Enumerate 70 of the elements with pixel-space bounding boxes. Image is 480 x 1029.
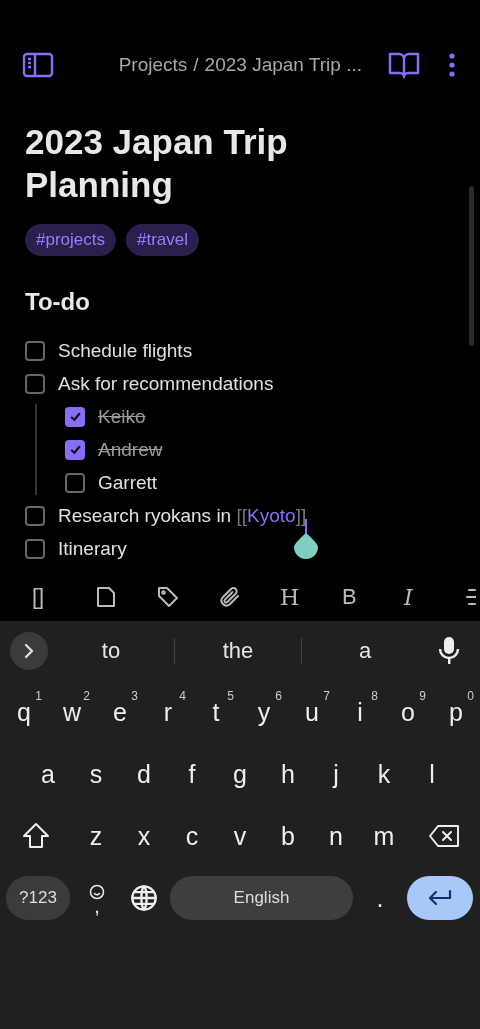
letter-key[interactable]: m (360, 809, 408, 863)
check-icon (68, 443, 82, 456)
letter-key[interactable]: b (264, 809, 312, 863)
checkbox[interactable] (25, 373, 45, 394)
suggestion[interactable]: a (302, 637, 428, 665)
toolbar-button[interactable]: [] (24, 577, 86, 617)
checkbox[interactable] (65, 406, 85, 427)
letter-key[interactable]: y 6 (240, 685, 288, 739)
period-key[interactable]: . (353, 871, 407, 925)
task-text: Andrew (98, 438, 163, 461)
letter-key[interactable]: f (168, 747, 216, 801)
letter-key[interactable]: c (168, 809, 216, 863)
letter-key[interactable]: i 8 (336, 685, 384, 739)
breadcrumb-separator: / (193, 54, 199, 76)
breadcrumb-item[interactable]: 2023 Japan Trip ... (204, 54, 362, 76)
space-key[interactable]: English (170, 876, 353, 920)
letter-key[interactable]: g (216, 747, 264, 801)
globe-icon (130, 884, 158, 912)
letter-key[interactable]: x (120, 809, 168, 863)
letter-key[interactable]: d (120, 747, 168, 801)
symbols-key[interactable]: ?123 (6, 876, 70, 920)
checkbox[interactable] (25, 340, 45, 361)
letter-key[interactable]: a (24, 747, 72, 801)
letter-key[interactable]: z (72, 809, 120, 863)
book-icon[interactable] (388, 51, 420, 79)
letter-key[interactable]: t 5 (192, 685, 240, 739)
task-text: Research ryokans in [[Kyoto]] (58, 504, 307, 527)
letter-key[interactable]: r 4 (144, 685, 192, 739)
enter-icon (427, 889, 453, 907)
tag-chip[interactable]: #travel (126, 224, 199, 256)
task-text: Ask for recommendations (58, 372, 274, 395)
emoji-comma-key[interactable]: , (76, 871, 118, 925)
more-icon[interactable] (446, 52, 458, 78)
expand-toolbar-button[interactable] (10, 632, 48, 670)
letter-key[interactable]: l (408, 747, 456, 801)
chevron-right-icon (22, 643, 36, 659)
enter-key[interactable] (407, 876, 473, 920)
letter-key[interactable]: n (312, 809, 360, 863)
letter-key[interactable]: h (264, 747, 312, 801)
tag-chip[interactable]: #projects (25, 224, 116, 256)
tag-icon (156, 585, 180, 609)
paperclip-icon (218, 585, 242, 609)
file-icon (94, 585, 118, 609)
letter-key[interactable]: s (72, 747, 120, 801)
note-title: 2023 Japan Trip Planning (25, 121, 289, 206)
letter-key[interactable]: v (216, 809, 264, 863)
task-text: Keiko (98, 405, 146, 428)
italic-button[interactable]: I (396, 577, 458, 617)
task-text: Itinerary (58, 537, 127, 560)
shift-icon (21, 822, 51, 850)
breadcrumb-item[interactable]: Projects (118, 54, 188, 76)
check-icon (68, 410, 82, 423)
backspace-icon (428, 824, 460, 848)
letter-key[interactable]: k (360, 747, 408, 801)
suggestion[interactable]: to (48, 637, 174, 665)
bold-button[interactable]: B (334, 577, 396, 617)
task-text: Garrett (98, 471, 158, 494)
scrollbar[interactable] (469, 186, 474, 346)
checkbox[interactable] (65, 472, 85, 493)
sidebar-toggle-icon[interactable] (22, 52, 54, 78)
suggestion[interactable]: the (175, 637, 301, 665)
checkbox[interactable] (25, 505, 45, 526)
letter-key[interactable]: j (312, 747, 360, 801)
task-text: Schedule flights (58, 339, 193, 362)
smiley-icon (89, 884, 105, 900)
toolbar-button[interactable]: H (272, 577, 334, 617)
checkbox[interactable] (65, 439, 85, 460)
section-heading: To-do (25, 287, 91, 317)
checkbox[interactable] (25, 538, 45, 559)
microphone-icon[interactable] (438, 636, 460, 666)
